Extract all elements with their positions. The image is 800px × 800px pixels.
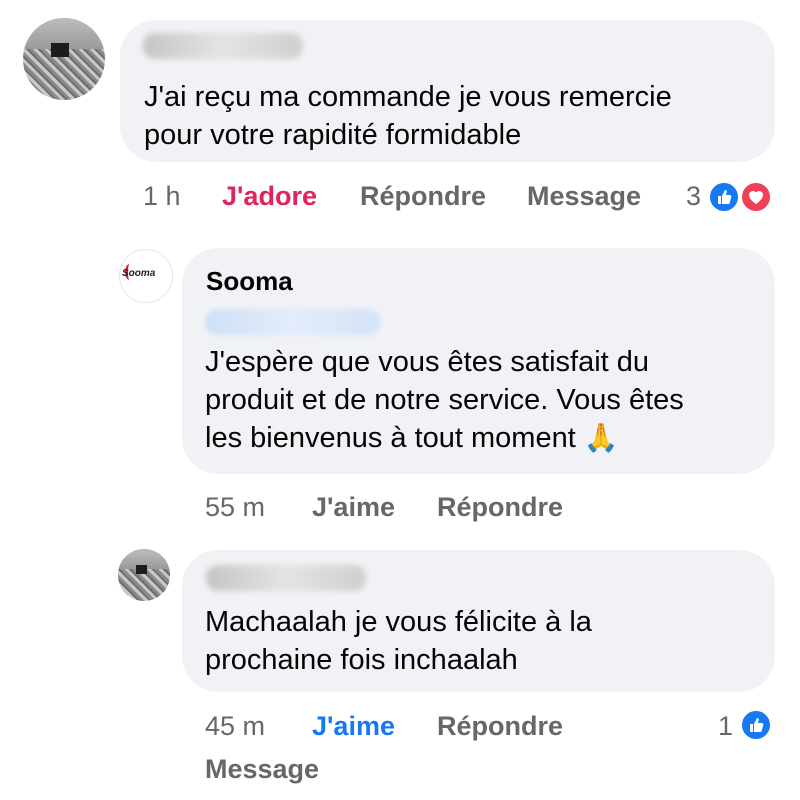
commenter-avatar[interactable] [118, 549, 170, 601]
reaction-count[interactable]: 3 [686, 181, 701, 212]
comment-line: pour votre rapidité formidable [144, 119, 522, 151]
reply-line: J'espère que vous êtes satisfait du [205, 346, 650, 378]
praying-hands-icon: 🙏 [583, 422, 619, 453]
reply-text: Machaalah je vous félicite à la prochain… [205, 603, 592, 679]
reply-time[interactable]: 45 m [205, 711, 265, 742]
sooma-avatar[interactable]: Sooma [119, 249, 173, 303]
like-icon[interactable] [708, 181, 740, 213]
reaction-count[interactable]: 1 [718, 711, 733, 742]
reply-button[interactable]: Répondre [360, 181, 486, 212]
reply-line: Machaalah je vous félicite à la [205, 606, 592, 638]
reply-line-text: les bienvenus à tout moment [205, 422, 576, 454]
logo-text: Sooma [122, 268, 156, 279]
reply-line: prochaine fois inchaalah [205, 644, 518, 676]
reply-text: J'espère que vous êtes satisfait du prod… [205, 343, 684, 457]
reply-time[interactable]: 55 m [205, 492, 265, 523]
commenter-avatar[interactable] [23, 18, 105, 100]
heart-icon[interactable] [740, 181, 772, 213]
mention-redacted[interactable] [205, 309, 380, 335]
react-button[interactable]: J'adore [222, 181, 317, 212]
reply-line: les bienvenus à tout moment 🙏 [205, 419, 684, 457]
reply-button[interactable]: Répondre [437, 492, 563, 523]
reply-button[interactable]: Répondre [437, 711, 563, 742]
avatar-kaaba [135, 564, 148, 574]
comment-text: J'ai reçu ma commande je vous remercie p… [144, 78, 672, 154]
author-name-redacted[interactable] [143, 33, 303, 59]
comment-time[interactable]: 1 h [143, 181, 181, 212]
comment-line: J'ai reçu ma commande je vous remercie [144, 81, 672, 113]
message-button[interactable]: Message [527, 181, 641, 212]
like-button[interactable]: J'aime [312, 711, 395, 742]
message-button[interactable]: Message [205, 754, 319, 785]
like-button[interactable]: J'aime [312, 492, 395, 523]
avatar-kaaba [50, 42, 69, 58]
like-icon[interactable] [740, 709, 772, 741]
author-name[interactable]: Sooma [206, 266, 293, 297]
author-name-redacted[interactable] [206, 565, 366, 591]
reply-line: produit et de notre service. Vous êtes [205, 384, 684, 416]
